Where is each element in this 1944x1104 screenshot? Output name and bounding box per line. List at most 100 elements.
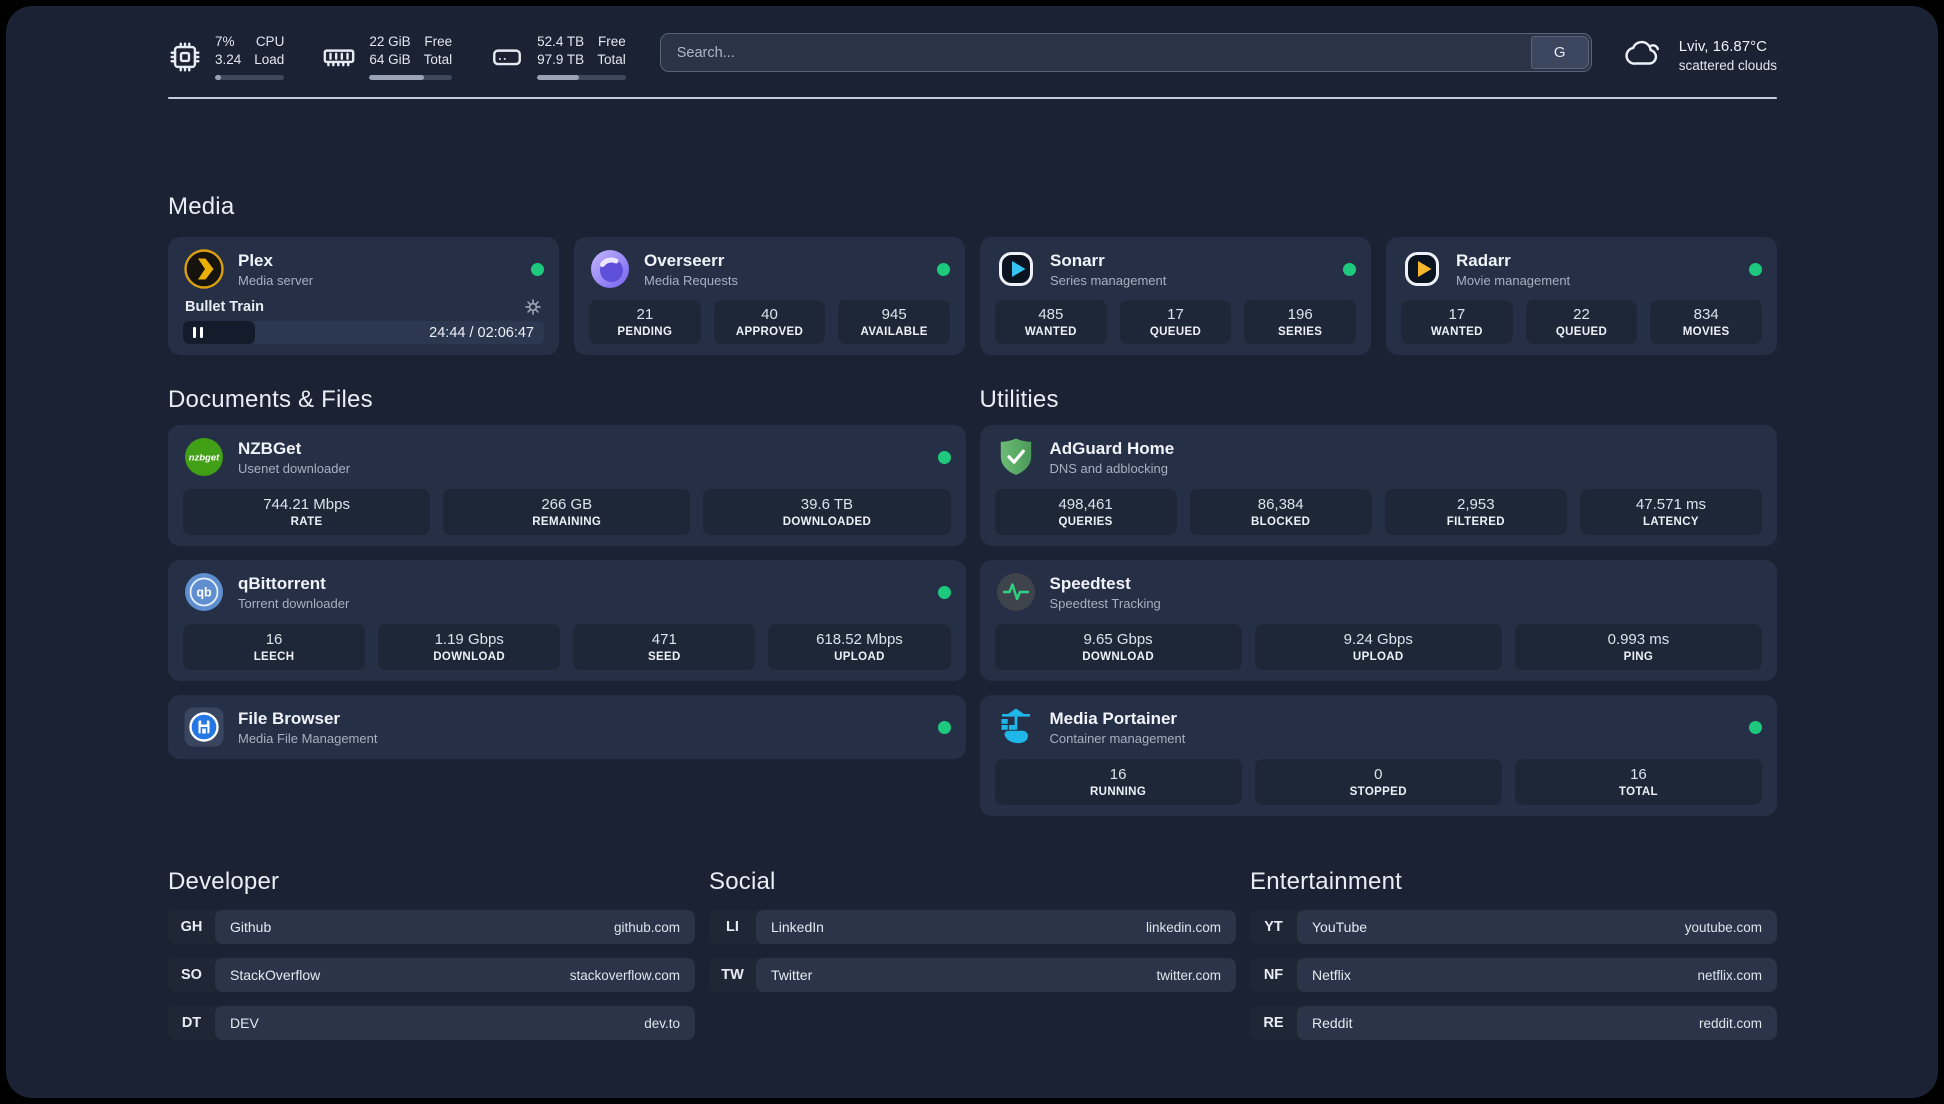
stat-label: PENDING — [617, 326, 673, 339]
app-title: Overseerr — [644, 250, 725, 270]
link-row-linkedin[interactable]: LI LinkedIn linkedin.com — [709, 910, 1236, 945]
stat-value: 196 — [1287, 306, 1313, 324]
stat-value: 16 — [1630, 766, 1647, 784]
pause-icon[interactable] — [193, 327, 203, 339]
app-card-filebrowser[interactable]: File Browser Media File Management — [168, 695, 966, 760]
stat-label: QUEUED — [1149, 326, 1202, 339]
link-url: linkedin.com — [1145, 919, 1221, 935]
link-name: Netflix — [1312, 967, 1351, 984]
stat-label: UPLOAD — [1352, 651, 1404, 664]
link-name: Reddit — [1312, 1015, 1353, 1032]
link-url: netflix.com — [1697, 967, 1762, 983]
topbar: 7% 3.24 CPU Load 22 GiB 64 GiB Free Tota… — [168, 33, 1777, 81]
app-subtitle: Usenet downloader — [238, 461, 351, 477]
cpu-load-value: 3.24 — [215, 52, 242, 68]
memory-total-label: Total — [423, 52, 453, 68]
app-title: NZBGet — [238, 438, 302, 458]
app-title: Sonarr — [1050, 250, 1105, 270]
app-card-plex[interactable]: Plex Media server Bullet Train 24:44 / 0… — [168, 237, 559, 356]
app-card-sonarr[interactable]: Sonarr Series management 485 WANTED 17 Q… — [980, 237, 1371, 356]
stat-tile: 485 WANTED — [995, 300, 1107, 345]
stat-label: DOWNLOAD — [1082, 651, 1154, 664]
link-row-reddit[interactable]: RE Reddit reddit.com — [1250, 1006, 1777, 1041]
link-url: twitter.com — [1156, 967, 1221, 983]
app-subtitle: Media server — [238, 273, 314, 289]
link-row-twitter[interactable]: TW Twitter twitter.com — [709, 958, 1236, 993]
stat-tile: 744.21 Mbps RATE — [183, 489, 431, 536]
search-bar: G — [659, 33, 1592, 72]
app-subtitle: Speedtest Tracking — [1049, 596, 1161, 612]
link-row-youtube[interactable]: YT YouTube youtube.com — [1250, 910, 1777, 945]
stat-value: 0.993 ms — [1607, 631, 1670, 649]
disk-labels: Free Total — [597, 33, 626, 69]
stat-label: APPROVED — [735, 326, 804, 339]
stat-tile: 21 PENDING — [589, 300, 701, 345]
stat-label: WANTED — [1024, 326, 1077, 339]
stat-value: 39.6 TB — [800, 496, 854, 514]
playback-time: 24:44 / 02:06:47 — [429, 324, 534, 341]
stat-label: FILTERED — [1446, 516, 1505, 529]
stat-label: RUNNING — [1090, 786, 1147, 799]
stat-tile: 16 TOTAL — [1514, 759, 1763, 806]
disk-free-value: 52.4 TB — [537, 34, 585, 49]
plex-icon — [183, 248, 225, 290]
disk-total-label: Total — [597, 52, 626, 68]
memory-labels: Free Total — [424, 33, 453, 69]
status-online-dot — [531, 262, 544, 276]
documents-section-title: Documents & Files — [168, 386, 373, 414]
svg-text:nzbget: nzbget — [189, 453, 220, 464]
app-card-adguard[interactable]: AdGuard Home DNS and adblocking 498,461 … — [979, 425, 1777, 547]
status-online-dot — [1343, 262, 1356, 276]
entertainment-section-title: Entertainment — [1250, 868, 1403, 896]
search-engine-button[interactable]: G — [1530, 36, 1589, 69]
playback-progress-bar[interactable]: 24:44 / 02:06:47 — [183, 321, 544, 345]
disk-free-label: Free — [597, 34, 626, 49]
social-section-title: Social — [709, 868, 776, 896]
stat-tile: 2,953 FILTERED — [1384, 489, 1567, 536]
radarr-icon — [1401, 248, 1443, 290]
link-abbr: GH — [180, 919, 203, 936]
app-card-speedtest[interactable]: Speedtest Speedtest Tracking 9.65 Gbps D… — [979, 560, 1777, 682]
link-row-netflix[interactable]: NF Netflix netflix.com — [1250, 958, 1777, 993]
app-card-overseerr[interactable]: Overseerr Media Requests 21 PENDING 40 A… — [574, 237, 965, 356]
app-title: Speedtest — [1049, 573, 1131, 593]
search-input[interactable] — [659, 33, 1592, 72]
stat-value: 22 — [1573, 306, 1590, 324]
app-card-nzbget[interactable]: nzbget NZBGet Usenet downloader 744.21 M… — [168, 425, 966, 547]
section-utilities: Utilities AdGuard Home DNS and adblockin… — [979, 386, 1777, 817]
stat-value: 485 — [1038, 306, 1064, 324]
app-title: File Browser — [238, 708, 341, 728]
memory-icon — [322, 40, 356, 74]
cpu-icon — [168, 40, 202, 74]
link-name: YouTube — [1312, 919, 1368, 936]
stat-value: 498,461 — [1058, 496, 1113, 514]
nzbget-icon: nzbget — [183, 436, 225, 478]
link-row-dev[interactable]: DT DEV dev.to — [168, 1006, 695, 1041]
section-social: Social LI LinkedIn linkedin.com TW Twitt… — [709, 868, 1236, 1040]
status-online-dot — [937, 450, 951, 464]
link-row-github[interactable]: GH Github github.com — [168, 910, 695, 945]
stat-tile: 196 SERIES — [1244, 300, 1357, 345]
link-row-stackoverflow[interactable]: SO StackOverflow stackoverflow.com — [168, 958, 695, 993]
stat-label: LEECH — [253, 651, 295, 664]
app-card-radarr[interactable]: Radarr Movie management 17 WANTED 22 QUE… — [1386, 237, 1777, 356]
app-subtitle: Media File Management — [238, 731, 378, 747]
link-name: Twitter — [771, 967, 813, 984]
link-url: github.com — [613, 919, 680, 935]
stat-tile: 86,384 BLOCKED — [1189, 489, 1372, 536]
app-card-qbittorrent[interactable]: qb qBittorrent Torrent downloader 16 LEE… — [168, 560, 966, 682]
app-card-portainer[interactable]: Media Portainer Container management 16 … — [979, 695, 1777, 817]
qbittorrent-icon: qb — [183, 571, 225, 613]
stat-tile: 498,461 QUERIES — [994, 489, 1177, 536]
cpu-usage-value: 7% — [215, 34, 235, 49]
section-developer: Developer GH Github github.com SO StackO… — [168, 868, 695, 1041]
stat-label: QUEUED — [1555, 326, 1608, 339]
stat-label: WANTED — [1430, 326, 1483, 339]
stat-tile: 16 RUNNING — [994, 759, 1242, 806]
dashboard: 7% 3.24 CPU Load 22 GiB 64 GiB Free Tota… — [6, 6, 1938, 1098]
gear-icon[interactable] — [524, 298, 542, 316]
disk-values: 52.4 TB 97.9 TB — [537, 33, 584, 69]
adguard-icon — [995, 436, 1037, 478]
app-title: AdGuard Home — [1049, 438, 1175, 458]
app-title: Media Portainer — [1049, 708, 1178, 728]
